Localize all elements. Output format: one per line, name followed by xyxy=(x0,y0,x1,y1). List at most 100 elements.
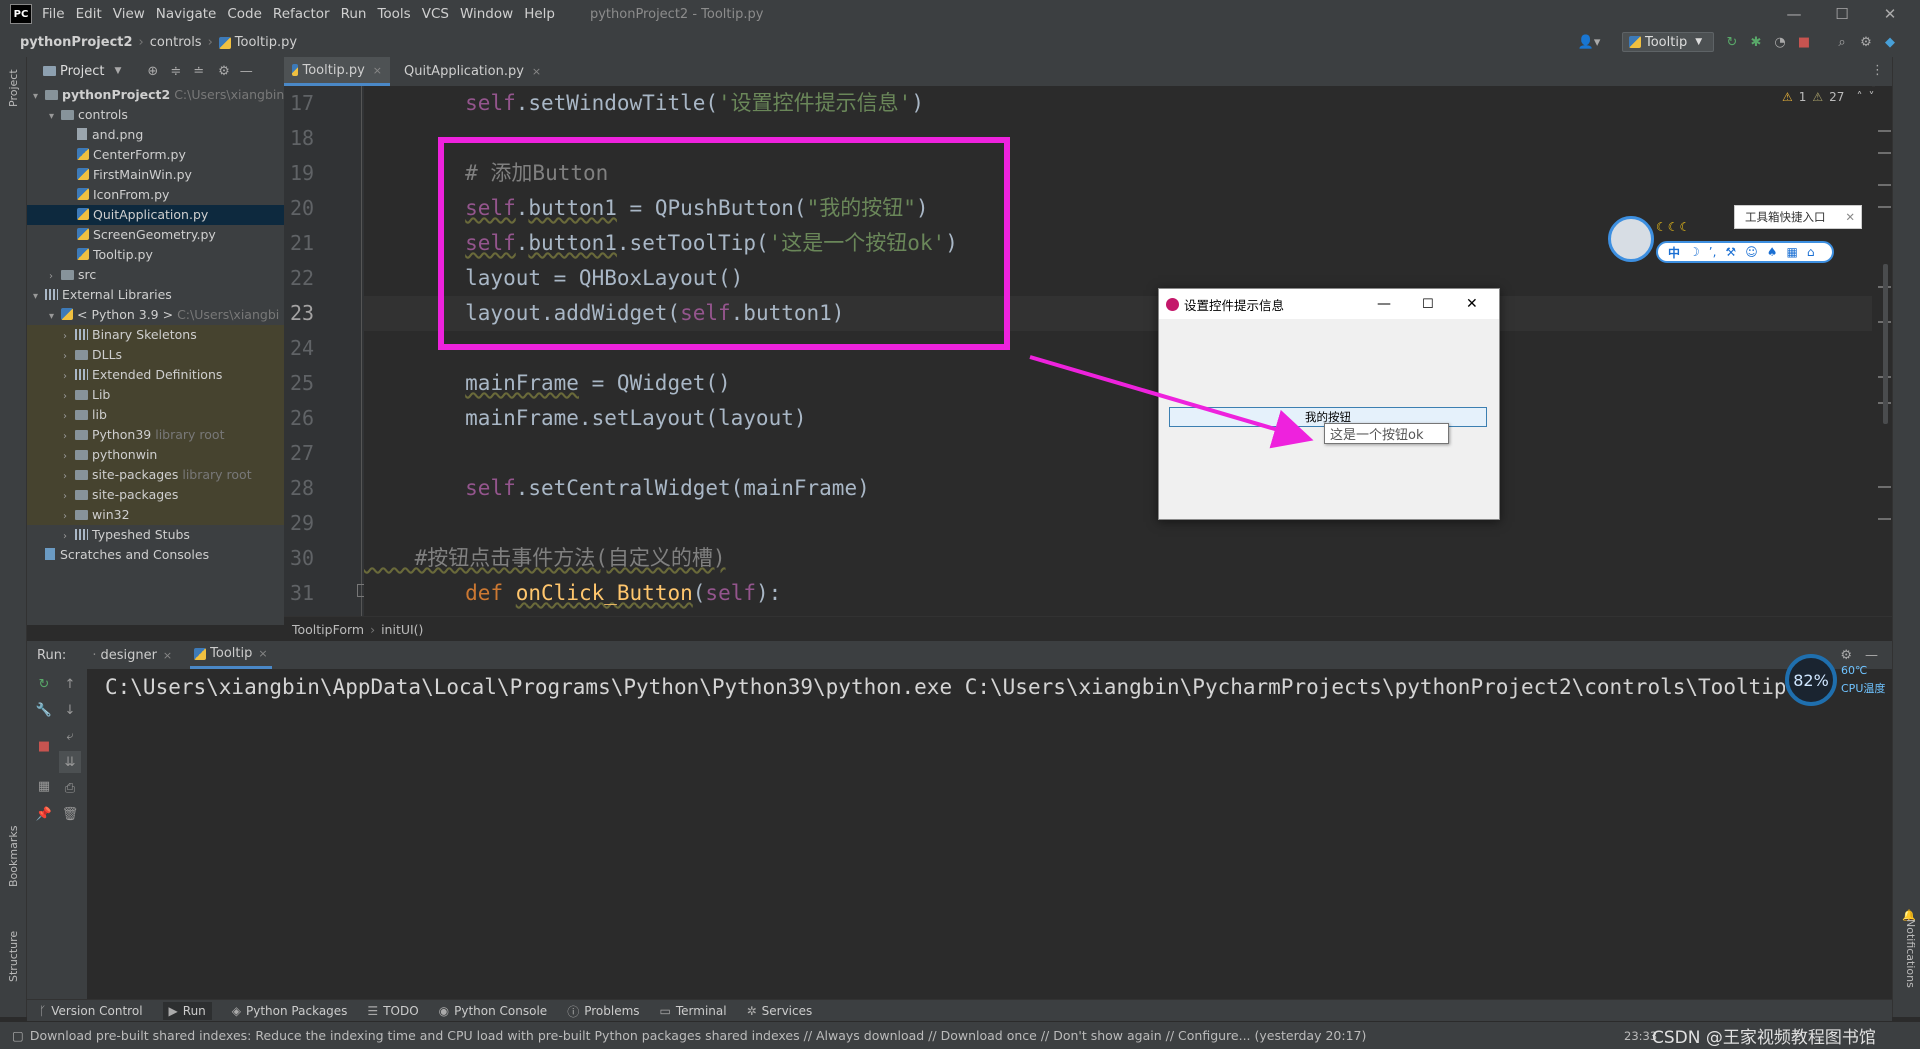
collapse-all-icon[interactable]: ≐ xyxy=(193,64,204,79)
menu-edit[interactable]: Edit xyxy=(76,6,102,22)
project-tool-tab[interactable]: Project xyxy=(7,69,20,107)
tree-item-file[interactable]: IconFrom.py xyxy=(27,185,284,205)
moon-icon[interactable]: ☽ xyxy=(1689,245,1700,259)
menu-tools[interactable]: Tools xyxy=(377,6,410,22)
vertical-scrollbar-thumb[interactable] xyxy=(1883,264,1888,424)
tool-python-console[interactable]: ◉ Python Console xyxy=(439,1004,548,1018)
breadcrumb-method[interactable]: initUI() xyxy=(381,622,423,637)
tree-item-scratches[interactable]: Scratches and Consoles xyxy=(27,545,284,565)
close-tab-icon[interactable]: × xyxy=(373,64,382,77)
maximize-icon[interactable]: ☐ xyxy=(1422,297,1434,312)
ime-language-label[interactable]: 中 xyxy=(1668,244,1680,261)
tree-item-controls[interactable]: ▾ controls xyxy=(27,105,284,125)
menu-refactor[interactable]: Refactor xyxy=(273,6,330,22)
error-stripe[interactable] xyxy=(1875,86,1892,616)
punctuation-icon[interactable]: ’, xyxy=(1709,245,1717,259)
close-icon[interactable]: ✕ xyxy=(1845,210,1855,224)
run-tab-designer[interactable]: · designer × xyxy=(92,648,172,663)
tool-problems[interactable]: ⓘ Problems xyxy=(567,1003,639,1020)
notification-icon[interactable]: ▢ xyxy=(12,1028,24,1043)
arrow-up-icon[interactable]: ↑ xyxy=(59,673,81,695)
menu-window[interactable]: Window xyxy=(460,6,513,22)
gear-icon[interactable]: ⚙ xyxy=(218,64,230,79)
menu-navigate[interactable]: Navigate xyxy=(156,6,217,22)
print-icon[interactable]: ⎙ xyxy=(59,777,81,799)
tree-item-library[interactable]: › pythonwin xyxy=(27,445,284,465)
bookmarks-tool-tab[interactable]: Bookmarks xyxy=(7,826,20,887)
tree-item-library[interactable]: › site-packages xyxy=(27,485,284,505)
tree-item-library[interactable]: › lib xyxy=(27,405,284,425)
close-tab-icon[interactable]: × xyxy=(258,647,267,660)
tool-run[interactable]: ▶ Run xyxy=(162,1002,212,1020)
menu-help[interactable]: Help xyxy=(524,6,555,22)
status-message[interactable]: Download pre-built shared indexes: Reduc… xyxy=(30,1028,1610,1043)
maximize-icon[interactable]: ☐ xyxy=(1818,0,1866,28)
breadcrumb-class[interactable]: TooltipForm xyxy=(292,622,364,637)
pin-icon[interactable]: 📌 xyxy=(33,803,55,825)
coverage-icon[interactable]: ◔ xyxy=(1770,32,1790,52)
tree-item-library[interactable]: › Extended Definitions xyxy=(27,365,284,385)
tree-item-file[interactable]: CenterForm.py xyxy=(27,145,284,165)
console-output[interactable]: C:\Users\xiangbin\AppData\Local\Programs… xyxy=(87,669,1892,999)
qt-window-titlebar[interactable]: 设置控件提示信息 — ☐ ✕ xyxy=(1159,289,1499,319)
emoji-icon[interactable]: ☺ xyxy=(1745,245,1758,259)
soft-wrap-icon[interactable]: ⤶ xyxy=(59,725,81,747)
close-icon[interactable]: ✕ xyxy=(1866,0,1914,28)
tree-item-external-libraries[interactable]: ▾ External Libraries xyxy=(27,285,284,305)
ime-toolbar[interactable]: 中 ☽ ’, ⚒ ☺ ♠ ▦ ⌂ xyxy=(1656,241,1834,263)
tree-item-python-sdk[interactable]: ▾ < Python 3.9 > C:\Users\xiangbi xyxy=(27,305,284,325)
plugin-icon[interactable]: ◆ xyxy=(1880,32,1900,52)
tree-item-file-selected[interactable]: QuitApplication.py xyxy=(27,205,284,225)
lock-icon[interactable]: ⌂ xyxy=(1807,245,1815,259)
tree-item-project-root[interactable]: ▾ pythonProject2 C:\Users\xiangbin\ xyxy=(27,85,284,105)
scroll-to-end-icon[interactable]: ⇊ xyxy=(59,751,81,773)
toolbox-shortcut-popup[interactable]: 工具箱快捷入口 ✕ xyxy=(1734,205,1862,229)
chevron-up-icon[interactable]: ˄ xyxy=(1856,90,1862,104)
wrench-icon[interactable]: 🔧 xyxy=(33,699,55,721)
tree-item-library[interactable]: › win32 xyxy=(27,505,284,525)
minimize-icon[interactable]: — xyxy=(1377,296,1391,312)
tree-item-library[interactable]: › Lib xyxy=(27,385,284,405)
tool-version-control[interactable]: ᚴ Version Control xyxy=(39,1004,143,1018)
run-tab-tooltip[interactable]: Tooltip × xyxy=(190,641,272,669)
close-tab-icon[interactable]: × xyxy=(163,649,172,662)
tree-item-file[interactable]: ScreenGeometry.py xyxy=(27,225,284,245)
arrow-down-icon[interactable]: ↓ xyxy=(59,699,81,721)
close-tab-icon[interactable]: × xyxy=(532,65,541,78)
structure-tool-tab[interactable]: Structure xyxy=(7,931,20,982)
grid-icon[interactable]: ▦ xyxy=(1786,245,1797,259)
close-icon[interactable]: ✕ xyxy=(1466,296,1478,312)
menu-code[interactable]: Code xyxy=(227,6,262,22)
chevron-down-icon[interactable]: ▼ xyxy=(114,66,121,76)
gear-icon[interactable]: ⚙ xyxy=(1856,32,1876,52)
stop-icon[interactable]: ■ xyxy=(33,735,55,757)
menu-run[interactable]: Run xyxy=(341,6,367,22)
stop-icon[interactable]: ■ xyxy=(1794,32,1814,52)
wrench-icon[interactable]: ⚒ xyxy=(1725,245,1736,259)
menu-file[interactable]: File xyxy=(42,6,65,22)
tree-item-file[interactable]: and.png xyxy=(27,125,284,145)
tool-terminal[interactable]: ▭ Terminal xyxy=(660,1004,727,1018)
tool-services[interactable]: ✲ Services xyxy=(747,1004,813,1018)
tree-item-library[interactable]: › site-packages library root xyxy=(27,465,284,485)
tree-item-file[interactable]: Tooltip.py xyxy=(27,245,284,265)
user-account-icon[interactable]: 👤▾ xyxy=(1574,32,1604,52)
minimize-icon[interactable]: — xyxy=(1770,0,1818,28)
tab-quitapplication[interactable]: QuitApplication.py × xyxy=(392,57,542,86)
tree-item-library[interactable]: › Binary Skeletons xyxy=(27,325,284,345)
debug-icon[interactable]: ✱ xyxy=(1746,32,1766,52)
hide-panel-icon[interactable]: — xyxy=(240,64,253,79)
tree-item-file[interactable]: FirstMainWin.py xyxy=(27,165,284,185)
tree-item-library[interactable]: › Typeshed Stubs xyxy=(27,525,284,545)
code-editor[interactable]: self.setWindowTitle('设置控件提示信息') # 添加Butt… xyxy=(364,86,1872,616)
project-panel-title[interactable]: Project xyxy=(60,64,104,79)
breadcrumb-file[interactable]: Tooltip.py xyxy=(235,35,297,50)
expand-all-icon[interactable]: ≑ xyxy=(170,64,181,79)
breadcrumb-project[interactable]: pythonProject2 xyxy=(20,35,133,50)
locate-icon[interactable]: ⊕ xyxy=(147,64,158,79)
menu-vcs[interactable]: VCS xyxy=(422,6,449,22)
skin-icon[interactable]: ♠ xyxy=(1767,245,1778,259)
breadcrumb-controls[interactable]: controls xyxy=(150,35,202,50)
tree-item-library[interactable]: › DLLs xyxy=(27,345,284,365)
rerun-icon[interactable]: ↻ xyxy=(1722,32,1742,52)
